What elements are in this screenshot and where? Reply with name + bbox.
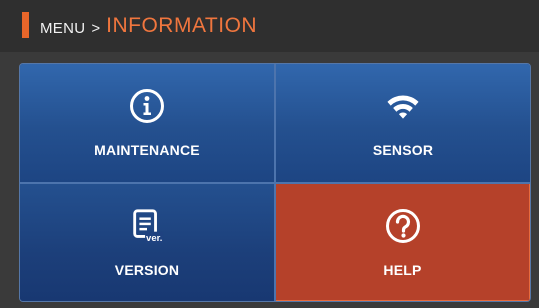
version-button[interactable]: ver. VERSION bbox=[20, 184, 274, 301]
tile-divider-horizontal bbox=[20, 182, 530, 184]
help-label: HELP bbox=[383, 262, 422, 278]
information-menu-panel: MAINTENANCE SENSOR ver. VERSION HELP bbox=[19, 63, 531, 302]
maintenance-label: MAINTENANCE bbox=[94, 142, 200, 158]
help-button[interactable]: HELP bbox=[275, 183, 530, 301]
info-icon bbox=[129, 88, 165, 124]
help-icon bbox=[385, 208, 421, 244]
information-screen: MENU > INFORMATION MAINTENANCE SENSOR ve… bbox=[0, 0, 539, 308]
version-label: VERSION bbox=[114, 262, 180, 278]
sensor-label: SENSOR bbox=[372, 142, 434, 158]
breadcrumb-menu[interactable]: MENU bbox=[40, 20, 85, 37]
header-bar: MENU > INFORMATION bbox=[0, 0, 539, 52]
breadcrumb: MENU > INFORMATION bbox=[40, 0, 257, 52]
maintenance-button[interactable]: MAINTENANCE bbox=[20, 64, 274, 182]
wifi-icon bbox=[385, 88, 421, 124]
page-title: INFORMATION bbox=[106, 14, 258, 37]
version-icon-text: ver. bbox=[146, 233, 162, 244]
sensor-button[interactable]: SENSOR bbox=[276, 64, 530, 182]
version-icon: ver. bbox=[129, 208, 165, 244]
header-accent-bar bbox=[22, 12, 29, 38]
breadcrumb-separator: > bbox=[91, 19, 101, 37]
